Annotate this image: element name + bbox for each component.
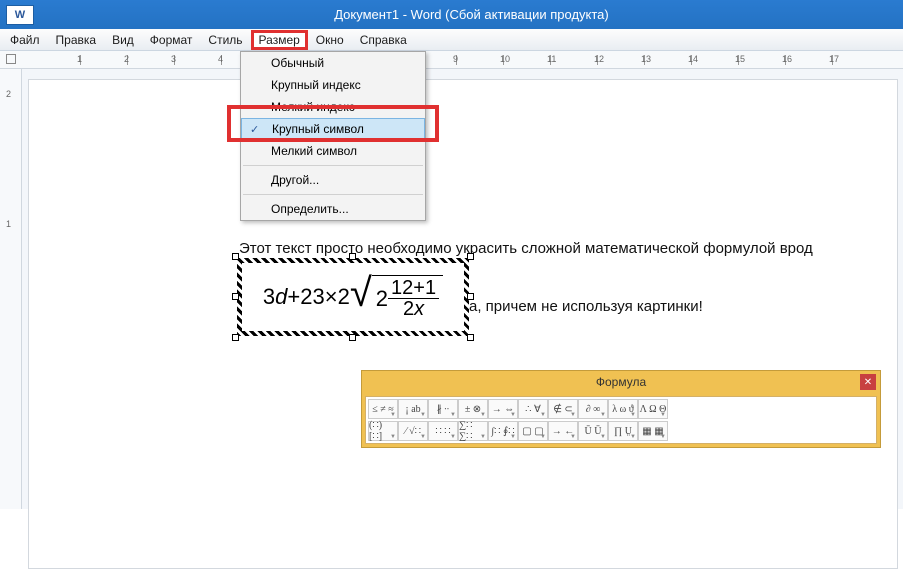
ruler-horizontal: 1234567891011121314151617 bbox=[0, 51, 903, 69]
resize-handle[interactable] bbox=[232, 293, 239, 300]
equation-template-button[interactable]: ∏ Ṳ▼ bbox=[608, 421, 638, 441]
menu-вид[interactable]: Вид bbox=[104, 31, 142, 49]
body-text-line2: а, причем не используя картинки! bbox=[469, 298, 703, 315]
menu-item[interactable]: Крупный индекс bbox=[241, 74, 425, 96]
toolbar-title: Формула bbox=[596, 375, 646, 389]
menu-справка[interactable]: Справка bbox=[352, 31, 415, 49]
equation-toolbar[interactable]: Формула ✕ ≤ ≠ ≈▼¡ ab▼∦ ∙∙▼± ⊗▼→ ⇔▼∴ ∀▼∉ … bbox=[361, 370, 881, 448]
equation-template-button[interactable]: → ⇔▼ bbox=[488, 399, 518, 419]
menu-item[interactable]: Мелкий символ bbox=[241, 140, 425, 162]
check-icon: ✓ bbox=[250, 123, 259, 136]
equation-template-button[interactable]: (∷) [∷]▼ bbox=[368, 421, 398, 441]
equation-template-button[interactable]: ∂ ∞▼ bbox=[578, 399, 608, 419]
menu-окно[interactable]: Окно bbox=[308, 31, 352, 49]
equation-template-button[interactable]: ≤ ≠ ≈▼ bbox=[368, 399, 398, 419]
menu-item[interactable]: ✓Крупный символ bbox=[241, 118, 425, 140]
menubar: ФайлПравкаВидФорматСтильРазмерОкноСправк… bbox=[0, 29, 903, 51]
document-page[interactable]: Этот текст просто необходимо украсить сл… bbox=[28, 79, 898, 569]
menu-item[interactable]: Определить... bbox=[241, 198, 425, 220]
equation-template-button[interactable]: ∦ ∙∙▼ bbox=[428, 399, 458, 419]
equation-template-button[interactable]: λ ω ϑ▼ bbox=[608, 399, 638, 419]
equation-template-button[interactable]: ▢ ▢▼ bbox=[518, 421, 548, 441]
resize-handle[interactable] bbox=[467, 334, 474, 341]
equation-template-button[interactable]: ∫∷ ∮∷▼ bbox=[488, 421, 518, 441]
equation-object[interactable]: 3d +23×2 √212+12x bbox=[237, 258, 469, 336]
menu-размер[interactable]: Размер bbox=[251, 30, 308, 50]
equation-template-button[interactable]: ∷ ∷▼ bbox=[428, 421, 458, 441]
equation-template-button[interactable]: → ←▼ bbox=[548, 421, 578, 441]
resize-handle[interactable] bbox=[349, 253, 356, 260]
menu-файл[interactable]: Файл bbox=[2, 31, 48, 49]
word-icon: W bbox=[6, 5, 34, 25]
window-title: Документ1 - Word (Сбой активации продукт… bbox=[40, 7, 903, 22]
menu-стиль[interactable]: Стиль bbox=[200, 31, 250, 49]
menu-item[interactable]: Другой... bbox=[241, 169, 425, 191]
equation-template-button[interactable]: ¡ ab▼ bbox=[398, 399, 428, 419]
equation-template-button[interactable]: ∑∷ ∑∷▼ bbox=[458, 421, 488, 441]
tab-stop-icon bbox=[6, 54, 16, 64]
close-button[interactable]: ✕ bbox=[860, 374, 876, 390]
menu-формат[interactable]: Формат bbox=[142, 31, 201, 49]
ruler-vertical: 21 bbox=[0, 69, 22, 509]
body-text-line1: Этот текст просто необходимо украсить сл… bbox=[239, 240, 813, 257]
resize-handle[interactable] bbox=[349, 334, 356, 341]
equation-template-button[interactable]: ± ⊗▼ bbox=[458, 399, 488, 419]
menu-item[interactable]: Мелкий индекс bbox=[241, 96, 425, 118]
equation-template-button[interactable]: Ū Ū▼ bbox=[578, 421, 608, 441]
equation-template-button[interactable]: ∉ ⊂▼ bbox=[548, 399, 578, 419]
equation-template-button[interactable]: Λ Ω Θ▼ bbox=[638, 399, 668, 419]
menu-правка[interactable]: Правка bbox=[48, 31, 105, 49]
resize-handle[interactable] bbox=[232, 253, 239, 260]
menu-item[interactable]: Обычный bbox=[241, 52, 425, 74]
equation-template-button[interactable]: ⁄ √∷▼ bbox=[398, 421, 428, 441]
resize-handle[interactable] bbox=[232, 334, 239, 341]
equation-template-button[interactable]: ∴ ∀▼ bbox=[518, 399, 548, 419]
size-dropdown-menu: ОбычныйКрупный индексМелкий индекс✓Крупн… bbox=[240, 51, 426, 221]
resize-handle[interactable] bbox=[467, 253, 474, 260]
equation-template-button[interactable]: ▦ ▦▼ bbox=[638, 421, 668, 441]
